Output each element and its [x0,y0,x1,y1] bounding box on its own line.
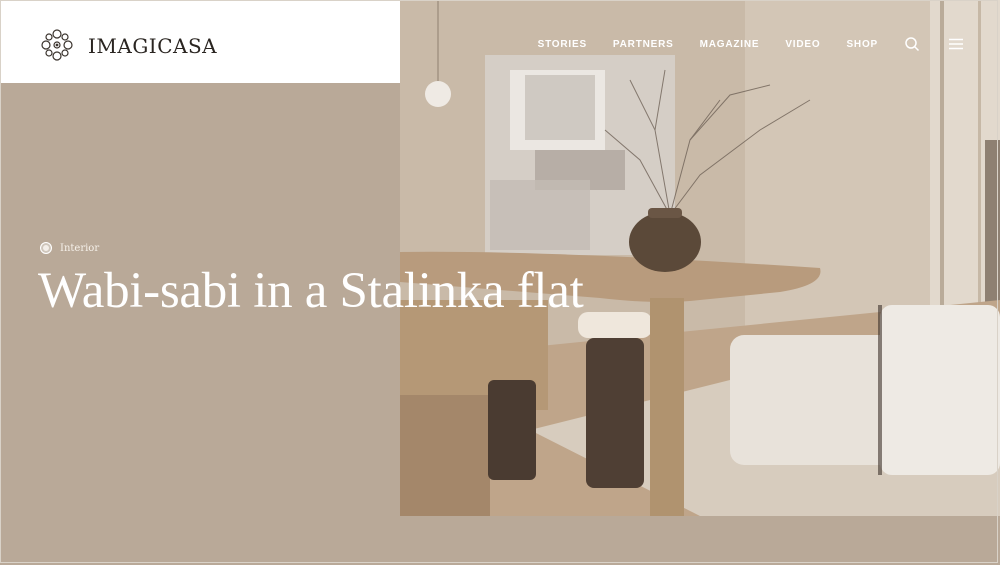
search-icon[interactable] [904,36,920,52]
category-label[interactable]: Interior [60,243,99,254]
article-title[interactable]: Wabi-sabi in a Stalinka flat [38,262,584,320]
hero-image [400,0,1000,516]
nav-item-video[interactable]: VIDEO [785,39,820,50]
nav-item-shop[interactable]: SHOP [846,39,878,50]
category-dot-icon [40,242,52,254]
article-category[interactable]: Interior [40,242,99,254]
header-logo-area: IMAGICASA [0,0,400,83]
main-nav: STORIES PARTNERS MAGAZINE VIDEO SHOP [512,36,964,52]
nav-item-partners[interactable]: PARTNERS [613,39,674,50]
nav-item-magazine[interactable]: MAGAZINE [700,39,760,50]
interior-photo [400,0,1000,516]
ornament-logo-icon[interactable] [40,28,74,62]
brand-name[interactable]: IMAGICASA [88,34,217,58]
hamburger-menu-icon[interactable] [948,36,964,52]
nav-item-stories[interactable]: STORIES [538,39,587,50]
